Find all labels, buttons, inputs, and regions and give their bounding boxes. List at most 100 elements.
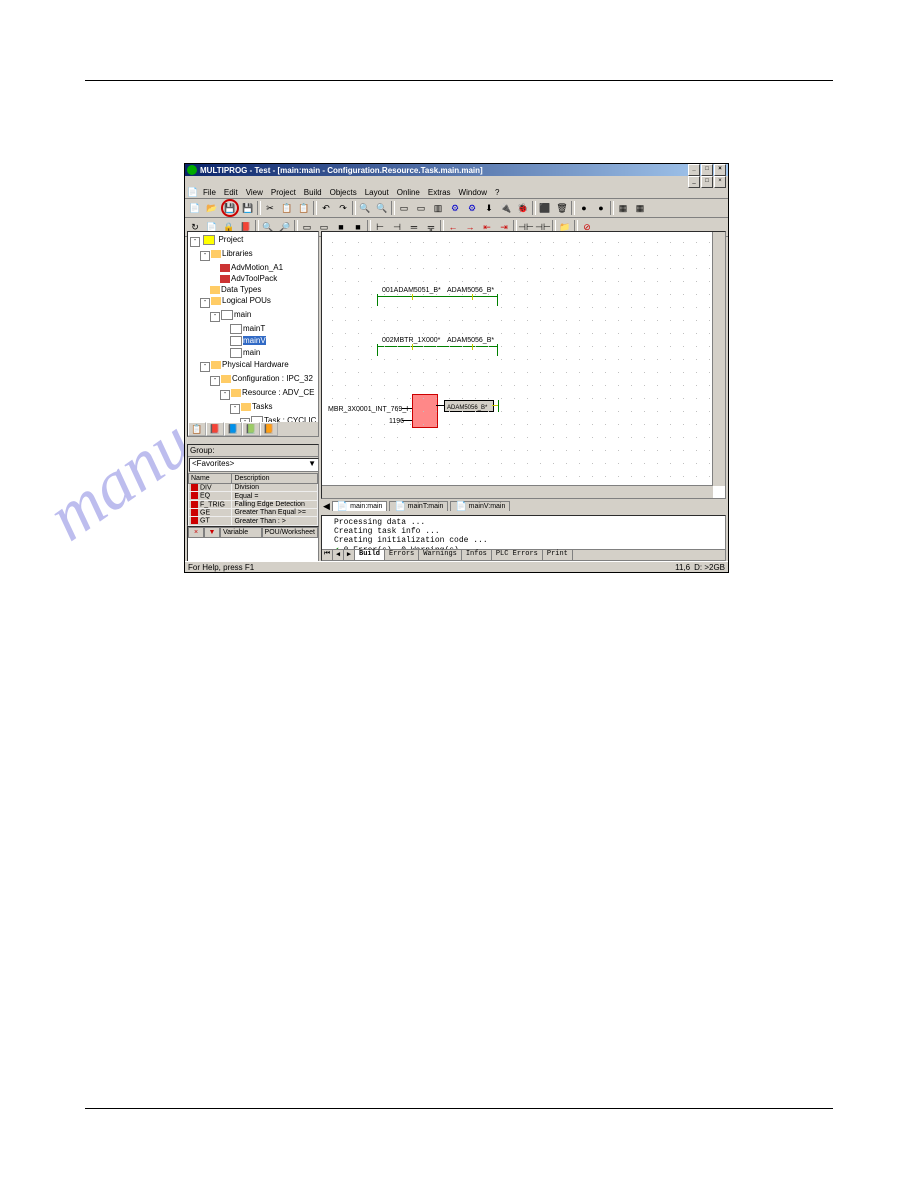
out-tab-infos[interactable]: Infos (462, 550, 492, 560)
tree-node[interactable]: -Tasks (190, 401, 316, 415)
col-description[interactable]: Description (232, 474, 318, 484)
mdi-minimize-button[interactable]: _ (688, 176, 700, 188)
menu-layout[interactable]: Layout (361, 188, 393, 197)
debug-icon: 🐞 (517, 204, 528, 213)
ws-tab-maint[interactable]: 📄mainT:main (389, 501, 448, 511)
tree-node[interactable]: -Resource : ADV_CE (190, 387, 316, 401)
col-name[interactable]: Name (189, 474, 232, 484)
tb-btn-11[interactable]: ● (576, 200, 592, 216)
cut-button[interactable]: ✂ (262, 200, 278, 216)
group-favorites-combo[interactable]: <Favorites> ▼ (189, 458, 319, 472)
tree-node[interactable]: main (190, 347, 316, 359)
tb-btn-7[interactable]: 🔌 (498, 200, 514, 216)
menu-file[interactable]: File (199, 188, 220, 197)
close-panel-icon[interactable]: × (188, 527, 204, 538)
minimize-button[interactable]: _ (688, 164, 700, 176)
tb-btn-6[interactable]: ⬇ (481, 200, 497, 216)
undo-button[interactable]: ↶ (318, 200, 334, 216)
out-tab-print[interactable]: Print (543, 550, 573, 560)
table-row[interactable]: EQEqual = (189, 492, 318, 500)
tree-node[interactable]: mainV (190, 335, 316, 347)
fb-selected-block[interactable] (412, 394, 438, 428)
tb-btn-14[interactable]: ▦ (632, 200, 648, 216)
project-tree-panel[interactable]: - Project -LibrariesAdvMotion_A1AdvToolP… (187, 231, 319, 423)
mdi-maximize-button[interactable]: □ (701, 176, 713, 188)
expand-icon[interactable]: - (230, 404, 240, 414)
tree-root[interactable]: - Project (190, 234, 316, 248)
redo-button[interactable]: ↷ (335, 200, 351, 216)
expand-icon[interactable]: - (200, 251, 210, 261)
tb-btn-4[interactable]: ⚙ (447, 200, 463, 216)
expand-icon[interactable]: - (200, 362, 210, 372)
open-button[interactable]: 📂 (204, 200, 220, 216)
fb-output-block[interactable]: ADAM5056_B* (444, 400, 494, 412)
menu-edit[interactable]: Edit (220, 188, 242, 197)
table-row[interactable]: DIVDivision (189, 484, 318, 492)
menu-extras[interactable]: Extras (424, 188, 455, 197)
copy-button[interactable]: 📋 (279, 200, 295, 216)
fbd-canvas[interactable]: 001ADAM5051_B* ADAM5056_B* 002MBTR_1X000… (321, 231, 726, 499)
tree-tab-2[interactable]: 📕 (206, 422, 224, 436)
new-button[interactable]: 📄 (187, 200, 203, 216)
expand-icon[interactable]: - (220, 390, 230, 400)
menu-view[interactable]: View (242, 188, 267, 197)
save-button[interactable]: 💾 (221, 199, 239, 217)
expand-icon[interactable]: - (200, 298, 210, 308)
expand-icon[interactable]: - (210, 312, 220, 322)
tb-btn-10[interactable]: 🗑 (554, 200, 570, 216)
menu-help[interactable]: ? (491, 188, 503, 197)
vertical-scrollbar[interactable] (712, 232, 725, 486)
menu-window[interactable]: Window (455, 188, 491, 197)
tb-btn-13[interactable]: ▦ (615, 200, 631, 216)
col-variable[interactable]: Variable (220, 527, 262, 538)
menu-online[interactable]: Online (393, 188, 424, 197)
ws-tab-main[interactable]: 📄main:main (332, 501, 388, 511)
tree-node[interactable]: -main (190, 309, 316, 323)
menu-project[interactable]: Project (267, 188, 300, 197)
tree-tab-1[interactable]: 📋 (188, 422, 206, 436)
tree-node[interactable]: mainT (190, 323, 316, 335)
ws-tab-mainv[interactable]: 📄mainV:main (450, 501, 510, 511)
mdi-close-button[interactable]: × (714, 176, 726, 188)
table-row[interactable]: F_TRIGFalling Edge Detection (189, 500, 318, 508)
out-tab-errors[interactable]: Errors (385, 550, 419, 560)
table-row[interactable]: GTGreater Than : > (189, 517, 318, 525)
tb-btn-1[interactable]: ▭ (396, 200, 412, 216)
out-nav-next[interactable]: ▶ (344, 550, 355, 560)
tb-btn-2[interactable]: ▭ (413, 200, 429, 216)
out-tab-build[interactable]: Build (355, 550, 385, 560)
col-pou[interactable]: POU/Worksheet (262, 527, 318, 538)
tb-btn-12[interactable]: ● (593, 200, 609, 216)
tree-tab-3[interactable]: 📘 (224, 422, 242, 436)
out-nav-first[interactable]: ⏮ (322, 550, 333, 560)
tb-btn-9[interactable]: ⬛ (537, 200, 553, 216)
paste-button[interactable]: 📋 (296, 200, 312, 216)
zoom-in-button[interactable]: 🔍 (357, 200, 373, 216)
maximize-button[interactable]: □ (701, 164, 713, 176)
tree-node[interactable]: AdvToolPack (190, 273, 316, 284)
tree-node[interactable]: -Logical POUs (190, 295, 316, 309)
tree-node[interactable]: -Libraries (190, 248, 316, 262)
expand-icon[interactable]: - (210, 376, 220, 386)
out-tab-plcerrors[interactable]: PLC Errors (492, 550, 543, 560)
tree-tab-5[interactable]: 📙 (260, 422, 278, 436)
horizontal-scrollbar[interactable] (322, 485, 713, 498)
zoom-out-button[interactable]: 🔍 (374, 200, 390, 216)
tree-node[interactable]: -Configuration : IPC_32 (190, 373, 316, 387)
expand-icon[interactable]: - (190, 237, 200, 247)
menu-build[interactable]: Build (300, 188, 326, 197)
out-nav-prev[interactable]: ◀ (333, 550, 344, 560)
tab-nav-left-icon[interactable]: ◀ (323, 502, 330, 511)
tree-node[interactable]: -Physical Hardware (190, 359, 316, 373)
tb-btn-3[interactable]: ▥ (430, 200, 446, 216)
table-row[interactable]: GEGreater Than Equal >= (189, 509, 318, 517)
tb-btn-5[interactable]: ⚙ (464, 200, 480, 216)
menu-objects[interactable]: Objects (326, 188, 361, 197)
tree-tab-4[interactable]: 📗 (242, 422, 260, 436)
out-tab-warnings[interactable]: Warnings (419, 550, 462, 560)
close-button[interactable]: × (714, 164, 726, 176)
saveall-button[interactable]: 💾 (240, 200, 256, 216)
tree-node[interactable]: Data Types (190, 284, 316, 295)
tree-node[interactable]: AdvMotion_A1 (190, 262, 316, 273)
tb-btn-8[interactable]: 🐞 (515, 200, 531, 216)
